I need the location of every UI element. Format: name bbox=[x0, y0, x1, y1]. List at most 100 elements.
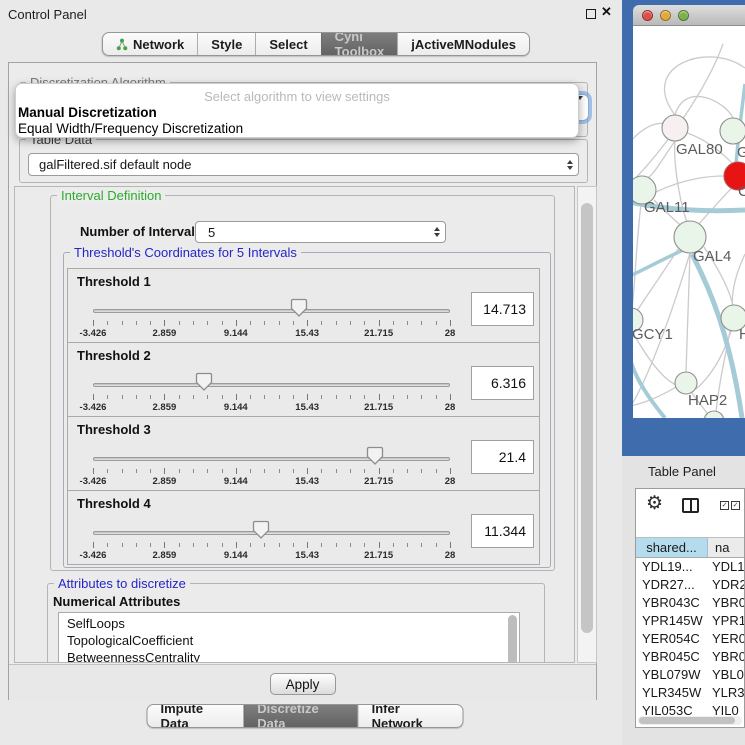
table-data-combobox[interactable]: galFiltered.sif default node bbox=[28, 153, 579, 176]
table-row[interactable]: YER054CYER0 bbox=[636, 631, 744, 649]
slider-thumb[interactable] bbox=[290, 298, 308, 318]
table-row[interactable]: YDL19...YDL1 bbox=[636, 559, 744, 577]
tab-select[interactable]: Select bbox=[255, 33, 320, 55]
list-item-topologicalcoefficient[interactable]: TopologicalCoefficient bbox=[59, 632, 519, 649]
slider-track[interactable] bbox=[93, 383, 450, 387]
close-panel-icon[interactable]: ✕ bbox=[601, 4, 612, 20]
slider-thumb[interactable] bbox=[366, 446, 384, 466]
table-row[interactable]: YBL079WYBL0 bbox=[636, 667, 744, 685]
tick-mark bbox=[264, 543, 265, 547]
scrollbar-thumb[interactable] bbox=[639, 717, 735, 724]
columns-icon[interactable] bbox=[682, 498, 699, 513]
close-window-button[interactable] bbox=[642, 10, 653, 21]
network-icon bbox=[116, 38, 128, 51]
network-node[interactable] bbox=[675, 372, 697, 394]
float-panel-icon[interactable] bbox=[586, 9, 596, 19]
network-edge[interactable] bbox=[656, 176, 724, 192]
tab-discretize-data[interactable]: Discretize Data bbox=[243, 705, 357, 727]
dropdown-option-equal-width-frequency[interactable]: Equal Width/Frequency Discretization bbox=[16, 121, 578, 137]
threshold-value-field[interactable]: 14.713 bbox=[471, 292, 534, 326]
checkbox-icon: ✓ bbox=[731, 501, 740, 510]
threshold-panel-threshold-2: Threshold 2-3.4262.8599.14415.4321.71528… bbox=[67, 342, 540, 417]
threshold-value-field[interactable]: 21.4 bbox=[471, 440, 534, 474]
tick-mark bbox=[222, 395, 223, 399]
network-edge[interactable] bbox=[633, 356, 665, 418]
tab-label: Select bbox=[269, 37, 307, 52]
zoom-window-button[interactable] bbox=[678, 10, 689, 21]
column-header-shared-name[interactable]: shared... bbox=[636, 538, 708, 557]
network-node[interactable] bbox=[662, 115, 688, 141]
tick-label: 21.715 bbox=[364, 550, 393, 561]
node-label-gal4: GAL4 bbox=[693, 248, 731, 265]
network-edge[interactable] bbox=[686, 253, 690, 372]
tab-impute-data[interactable]: Impute Data bbox=[148, 705, 244, 727]
network-canvas[interactable]: GAL80GACGAL11GAL4GCY1HHAP2 bbox=[633, 26, 745, 418]
table-row[interactable]: YPR145WYPR1 bbox=[636, 613, 744, 631]
table-row[interactable]: YIL053CYIL0 bbox=[636, 703, 744, 716]
slider-track[interactable] bbox=[93, 457, 450, 461]
network-node[interactable] bbox=[720, 118, 745, 144]
group-title: Interval Definition bbox=[57, 188, 165, 203]
tick-mark bbox=[93, 468, 94, 474]
slider-thumb[interactable] bbox=[252, 520, 270, 540]
threshold-value-field[interactable]: 6.316 bbox=[471, 366, 534, 400]
tab-label: Infer Network bbox=[372, 704, 450, 728]
settings-scrollbar[interactable] bbox=[577, 186, 597, 663]
threshold-value-field[interactable]: 11.344 bbox=[471, 514, 534, 548]
network-edge[interactable] bbox=[675, 96, 733, 118]
network-edge[interactable] bbox=[698, 186, 734, 225]
screen: Control Panel ✕ NetworkStyleSelectCyni T… bbox=[0, 0, 745, 745]
tick-label: 15.43 bbox=[295, 476, 319, 487]
tab-style[interactable]: Style bbox=[197, 33, 255, 55]
tick-label: 2.859 bbox=[153, 328, 177, 339]
tab-network[interactable]: Network bbox=[103, 33, 197, 55]
network-edge[interactable] bbox=[633, 204, 641, 309]
number-of-intervals-combobox[interactable]: 5 bbox=[195, 221, 446, 243]
apply-button[interactable]: Apply bbox=[270, 673, 336, 695]
tab-cyni-toolbox[interactable]: Cyni Toolbox bbox=[321, 33, 398, 55]
slider-track[interactable] bbox=[93, 531, 450, 535]
gear-icon[interactable]: ⚙ bbox=[646, 494, 663, 513]
network-edge[interactable] bbox=[647, 141, 675, 178]
table-panel: Table Panel ⚙ ✓ ✓ shared... na YDL19...Y… bbox=[622, 456, 745, 745]
list-scrollbar[interactable] bbox=[507, 615, 518, 663]
network-edge[interactable] bbox=[637, 249, 678, 311]
numerical-attributes-list[interactable]: SelfLoopsTopologicalCoefficientBetweenne… bbox=[58, 612, 520, 663]
minimize-window-button[interactable] bbox=[660, 10, 671, 21]
tick-label: 9.144 bbox=[224, 328, 248, 339]
cell-shared-name: YDR27... bbox=[636, 577, 708, 592]
table-row[interactable]: YLR345WYLR3 bbox=[636, 685, 744, 703]
column-header-name[interactable]: na bbox=[708, 538, 744, 557]
table-hscrollbar[interactable] bbox=[638, 716, 742, 725]
tab-label: Cyni Toolbox bbox=[335, 32, 385, 56]
select-columns-icons[interactable]: ✓ ✓ bbox=[720, 501, 740, 510]
slider-track[interactable] bbox=[93, 309, 450, 313]
list-item-selfloops[interactable]: SelfLoops bbox=[59, 615, 519, 632]
tick-label: 15.43 bbox=[295, 402, 319, 413]
tick-label: 15.43 bbox=[295, 328, 319, 339]
tick-mark bbox=[450, 394, 451, 400]
tick-mark bbox=[250, 543, 251, 547]
tick-mark bbox=[350, 469, 351, 473]
interval-definition-group: Interval Definition Number of Intervals … bbox=[50, 195, 555, 571]
tick-mark bbox=[321, 395, 322, 399]
dropdown-option-manual-discretization[interactable]: Manual Discretization bbox=[16, 105, 578, 121]
cell-name: YIL0 bbox=[708, 703, 739, 716]
table-row[interactable]: YBR043CYBR0 bbox=[636, 595, 744, 613]
slider-thumb[interactable] bbox=[195, 372, 213, 392]
tab-infer-network[interactable]: Infer Network bbox=[358, 705, 463, 727]
tick-label: 21.715 bbox=[364, 402, 393, 413]
table-row[interactable]: YDR27...YDR2 bbox=[636, 577, 744, 595]
network-titlebar[interactable] bbox=[633, 5, 745, 26]
cell-shared-name: YDL19... bbox=[636, 559, 708, 574]
cell-name: YPR1 bbox=[708, 613, 744, 628]
tick-mark bbox=[179, 543, 180, 547]
threshold-panel-threshold-3: Threshold 3-3.4262.8599.14415.4321.71528… bbox=[67, 416, 540, 491]
network-edge[interactable] bbox=[633, 248, 688, 276]
network-edge[interactable] bbox=[665, 57, 745, 115]
tab-jactivemnodules[interactable]: jActiveMNodules bbox=[397, 33, 529, 55]
table-row[interactable]: YBR045CYBR0 bbox=[636, 649, 744, 667]
scrollbar-thumb[interactable] bbox=[581, 203, 593, 633]
tick-mark bbox=[307, 468, 308, 474]
list-item-betweennesscentrality[interactable]: BetweennessCentrality bbox=[59, 649, 519, 663]
